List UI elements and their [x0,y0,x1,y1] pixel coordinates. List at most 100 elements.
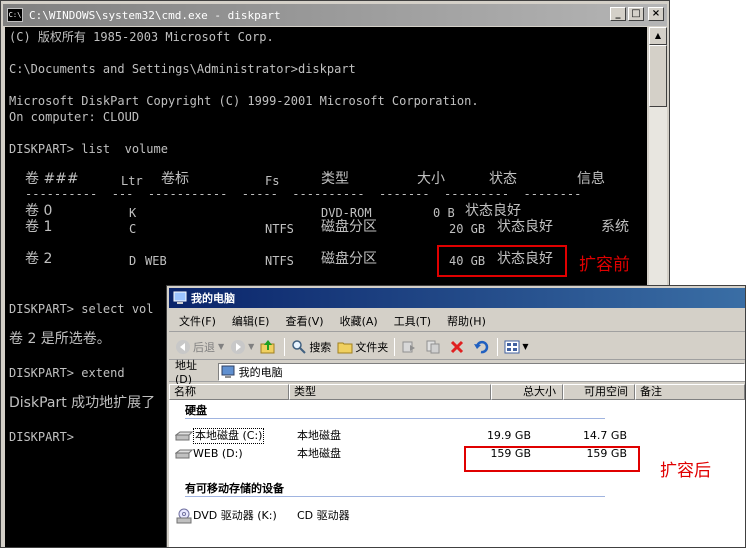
up-folder-icon [260,339,275,353]
delete-x-icon [451,340,464,353]
file-list[interactable]: 名称 类型 总大小 可用空间 备注 硬盘 本地磁盘 (C:) 本地磁盘 19.9… [169,384,745,547]
highlight-box-after [464,446,640,472]
menu-tools[interactable]: 工具(T) [394,313,431,329]
back-button[interactable]: 后退 ▼ [175,339,224,355]
views-button[interactable]: ▼ [504,339,528,355]
vol-row0-status: 状态良好 [465,203,521,219]
vol-header-underline: ---------- --- ----------- ----- -------… [25,187,582,201]
console-line-selected: 卷 2 是所选卷。 [9,331,111,347]
hard-disk-icon [175,431,193,441]
vol-row1-status: 状态良好 [497,219,553,235]
annotation-before: 扩容前 [579,255,630,275]
dvd-drive-icon [176,508,192,524]
copy-to-icon [426,340,440,353]
undo-icon [474,340,489,353]
search-label: 搜索 [309,340,332,354]
explorer-window-title: 我的电脑 [191,292,235,305]
up-folder-button[interactable] [260,339,278,355]
vol-row2-type: 磁盘分区 [321,251,377,267]
vol-header-vol: 卷 ### [25,171,79,187]
group-hard-disks: 硬盘 [185,404,207,417]
views-icon [504,340,520,353]
move-to-button[interactable] [401,339,419,355]
move-to-icon [402,341,416,352]
explorer-window: 我的电脑 文件(F) 编辑(E) 查看(V) 收藏(A) 工具(T) 帮助(H)… [166,285,746,548]
item-total-size: 19.9 GB [486,429,531,442]
list-item[interactable]: WEB (D:) 本地磁盘 159 GB 159 GB [169,446,745,462]
minimize-button[interactable]: _ [610,7,626,21]
address-value: 我的电脑 [238,365,283,379]
address-bar: 地址(D) 我的电脑 [169,359,745,386]
vol-header-info: 信息 [577,171,605,187]
column-header-type[interactable]: 类型 [289,384,491,400]
item-name: 本地磁盘 (C:) [193,428,265,444]
console-line-copyright: (C) 版权所有 1985-2003 Microsoft Corp. [9,30,274,44]
menu-edit[interactable]: 编辑(E) [232,313,270,329]
list-item[interactable]: DVD 驱动器 (K:) CD 驱动器 [169,508,745,524]
search-icon [292,339,307,354]
column-header-name[interactable]: 名称 [169,384,289,400]
forward-button[interactable]: ▼ [230,339,254,355]
address-input[interactable]: 我的电脑 [217,362,745,381]
highlight-box-before [437,245,567,277]
cmd-titlebar[interactable]: C:\ C:\WINDOWS\system32\cmd.exe - diskpa… [3,4,667,26]
vol-row1-size: 20 GB [449,222,486,236]
menu-help[interactable]: 帮助(H) [447,313,486,329]
console-line-prompt-diskpart: C:\Documents and Settings\Administrator>… [9,62,356,76]
console-line-computer: On computer: CLOUD [9,110,140,124]
explorer-titlebar[interactable]: 我的电脑 [169,288,745,308]
toolbar-separator [284,337,286,356]
menu-bar: 文件(F) 编辑(E) 查看(V) 收藏(A) 工具(T) 帮助(H) [169,310,745,332]
group-removable-storage: 有可移动存储的设备 [185,482,284,495]
toolbar-separator [497,337,499,356]
undo-button[interactable] [473,339,491,355]
annotation-after: 扩容后 [660,461,711,481]
vol-row1-vol: 卷 1 [25,219,53,235]
list-header: 名称 类型 总大小 可用空间 备注 [169,384,745,400]
forward-arrow-icon [231,339,246,354]
vol-row0-ltr: K [129,206,137,220]
vol-row2-vol: 卷 2 [25,251,53,267]
back-label: 后退 [193,340,215,354]
console-line-final-prompt: DISKPART> [9,430,75,444]
toolbar: 后退 ▼ ▼ 搜索 文件夹 ▼ [169,334,745,360]
menu-file[interactable]: 文件(F) [179,313,216,329]
item-type: CD 驱动器 [297,509,350,522]
group-divider [185,496,605,497]
folders-label: 文件夹 [355,340,389,354]
column-header-total[interactable]: 总大小 [491,384,563,400]
column-header-comment[interactable]: 备注 [635,384,745,400]
list-item[interactable]: 本地磁盘 (C:) 本地磁盘 19.9 GB 14.7 GB [169,428,745,444]
vol-row1-info: 系统 [601,219,629,235]
cmd-window-title: C:\WINDOWS\system32\cmd.exe - diskpart [29,8,281,22]
console-line-list-volume: DISKPART> list volume [9,142,168,156]
folder-icon [337,342,353,353]
menu-favorites[interactable]: 收藏(A) [340,313,378,329]
forward-dropdown-icon: ▼ [248,342,255,351]
scroll-thumb[interactable] [649,45,667,107]
back-dropdown-icon: ▼ [218,342,225,351]
folders-button[interactable]: 文件夹 [337,339,388,355]
item-type: 本地磁盘 [297,429,341,442]
search-button[interactable]: 搜索 [291,339,331,355]
close-button[interactable]: × [648,7,664,21]
console-line-select-vol: DISKPART> select vol [9,302,154,316]
my-computer-icon [173,291,187,304]
vol-row1-type: 磁盘分区 [321,219,377,235]
scroll-up-button[interactable]: ▲ [649,27,667,45]
item-name: DVD 驱动器 (K:) [193,509,277,522]
group-divider [185,418,605,419]
vol-header-status: 状态 [489,171,517,187]
address-label: 地址(D) [175,359,197,386]
my-computer-icon [221,365,235,378]
menu-view[interactable]: 查看(V) [285,313,323,329]
vol-header-type: 类型 [321,171,349,187]
maximize-button[interactable]: □ [628,7,644,21]
vol-row2-fs: NTFS [265,254,294,268]
item-free-space: 14.7 GB [582,429,627,442]
column-header-free[interactable]: 可用空间 [563,384,635,400]
delete-button[interactable] [449,339,467,355]
back-arrow-icon [176,339,190,354]
copy-to-button[interactable] [425,339,443,355]
vol-header-label: 卷标 [161,171,189,187]
